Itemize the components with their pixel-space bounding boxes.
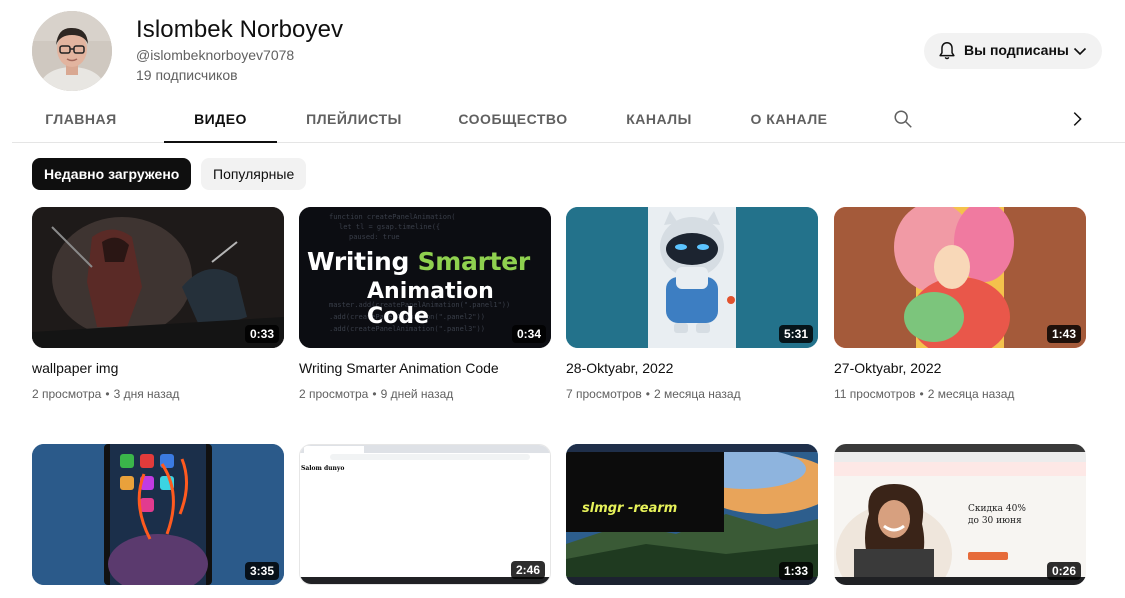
tab-videos[interactable]: ВИДЕО [164, 96, 277, 143]
meta-separator: • [919, 387, 924, 401]
channel-tabs: ГЛАВНАЯ ВИДЕО ПЛЕЙЛИСТЫ СООБЩЕСТВО КАНАЛ… [12, 96, 1125, 143]
chevron-right-icon[interactable] [1066, 108, 1088, 130]
video-duration: 1:43 [1046, 325, 1081, 343]
bell-icon [939, 42, 955, 60]
video-duration: 0:26 [1046, 562, 1081, 580]
video-thumbnail[interactable]: Salom dunyo 2:46 [299, 444, 551, 585]
video-meta: 2 просмотра • 3 дня назад [32, 387, 179, 401]
video-duration: 3:35 [244, 562, 279, 580]
video-thumbnail[interactable]: 0:33 [32, 207, 284, 348]
subscribed-button[interactable]: Вы подписаны [924, 33, 1102, 69]
meta-separator: • [645, 387, 650, 401]
video-thumbnail[interactable]: 5:31 [566, 207, 818, 348]
thumbnail-text: Скидка 40% [968, 504, 1026, 514]
video-duration: 2:46 [510, 561, 545, 579]
video-meta: 11 просмотров • 2 месяца назад [834, 387, 1014, 401]
video-title[interactable]: 28-Oktyabr, 2022 [566, 360, 673, 376]
tab-community[interactable]: СООБЩЕСТВО [453, 96, 573, 142]
video-duration: 5:31 [778, 325, 813, 343]
meta-separator: • [372, 387, 377, 401]
svg-text:paused: true: paused: true [349, 233, 400, 241]
video-duration: 1:33 [778, 562, 813, 580]
svg-text:let tl = gsap.timeline({: let tl = gsap.timeline({ [339, 223, 440, 231]
channel-handle: @islombeknorboyev7078 [136, 47, 295, 63]
chevron-down-icon [1073, 47, 1087, 56]
video-age: 3 дня назад [113, 387, 180, 401]
thumbnail-text: до 30 июня [968, 516, 1022, 526]
tab-channels[interactable]: КАНАЛЫ [619, 96, 699, 142]
search-icon[interactable] [892, 108, 914, 130]
video-meta: 7 просмотров • 2 месяца назад [566, 387, 741, 401]
video-thumbnail[interactable]: 1:43 [834, 207, 1086, 348]
subscriber-count: 19 подписчиков [136, 67, 238, 83]
video-age: 2 месяца назад [927, 387, 1015, 401]
thumbnail-text: Salom dunyo [301, 465, 345, 472]
tab-playlists[interactable]: ПЛЕЙЛИСТЫ [299, 96, 409, 142]
video-thumbnail[interactable]: function createPanelAnimation( let tl = … [299, 207, 551, 348]
channel-header: Islombek Norboyev @islombeknorboyev7078 … [0, 0, 1125, 100]
video-thumbnail[interactable]: slmgr -rearm 1:33 [566, 444, 818, 585]
video-thumbnail[interactable]: Скидка 40% до 30 июня 0:26 [834, 444, 1086, 585]
meta-separator: • [105, 387, 110, 401]
video-views: 7 просмотров [566, 387, 642, 401]
chip-recent[interactable]: Недавно загружено [32, 158, 192, 190]
thumbnail-text: slmgr -rearm [582, 501, 678, 516]
video-thumbnail[interactable]: 3:35 [32, 444, 284, 585]
thumbnail-text: Animation Code [367, 279, 494, 329]
video-meta: 2 просмотра • 9 дней назад [299, 387, 453, 401]
video-title[interactable]: wallpaper img [32, 360, 118, 376]
video-age: 2 месяца назад [653, 387, 741, 401]
video-views: 2 просмотра [32, 387, 102, 401]
video-title[interactable]: 27-Oktyabr, 2022 [834, 360, 941, 376]
subscribed-label: Вы подписаны [964, 42, 1069, 58]
video-duration: 0:34 [511, 325, 546, 343]
tab-about[interactable]: О КАНАЛЕ [744, 96, 834, 142]
video-age: 9 дней назад [380, 387, 454, 401]
video-duration: 0:33 [244, 325, 279, 343]
video-views: 2 просмотра [299, 387, 369, 401]
svg-text:function createPanelAnimation(: function createPanelAnimation( [329, 213, 455, 221]
video-views: 11 просмотров [834, 387, 916, 401]
chip-popular[interactable]: Популярные [201, 158, 307, 190]
channel-name: Islombek Norboyev [136, 16, 344, 43]
channel-avatar[interactable] [32, 11, 112, 91]
avatar-image [32, 11, 112, 91]
tab-home[interactable]: ГЛАВНАЯ [32, 96, 130, 142]
video-title[interactable]: Writing Smarter Animation Code [299, 360, 499, 376]
thumbnail-text: Writing Smarter [307, 247, 530, 276]
